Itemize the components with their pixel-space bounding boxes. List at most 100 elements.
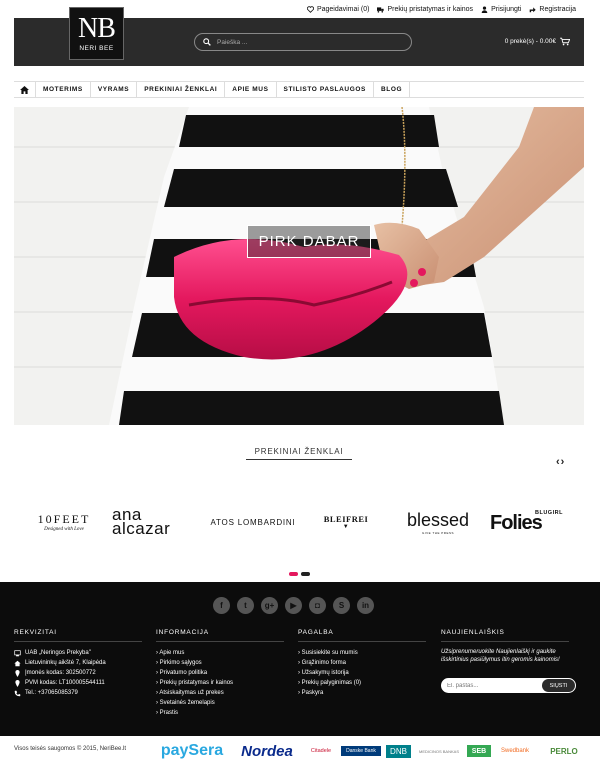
user-icon [481, 5, 488, 13]
brand-10feet-name: 10FEET [37, 512, 91, 526]
company-phone: Tel.: +37065085379 [14, 688, 142, 698]
brands-prev-arrow[interactable]: ‹ [556, 456, 560, 468]
phone-icon [14, 690, 21, 696]
company-name: UAB „Neringos Prekyba" [14, 648, 142, 658]
brand-bleifrei-sub: ▼ [342, 524, 350, 530]
footer-heading-newsletter: NAUJIENLAIŠKIS [441, 629, 569, 642]
brand-folies-name: Folies [490, 511, 543, 534]
logo-mark: NB [78, 13, 116, 44]
footer-link[interactable]: Prekių pristatymas ir kainos [156, 678, 284, 688]
brand-blessed-name: blessed [406, 509, 470, 530]
skype-icon[interactable]: S [333, 597, 350, 614]
company-address: Lietuvininkų aikštė 7, Klaipėda [14, 658, 142, 668]
social-links: f t g+ ▶ ◘ S in [213, 597, 374, 614]
search-box[interactable] [194, 33, 412, 51]
footer-link[interactable]: Svetainės žemelapis [156, 698, 284, 708]
nordea-logo[interactable]: Nordea [232, 742, 302, 760]
seb-logo[interactable]: SEB [467, 745, 491, 757]
twitter-icon[interactable]: t [237, 597, 254, 614]
nav-item-blog[interactable]: BLOG [374, 82, 411, 97]
brand-10feet[interactable]: 10FEET Designed with Love [24, 503, 104, 541]
main-nav: MOTERIMS VYRAMS PREKINIAI ŽENKLAI APIE M… [14, 81, 584, 98]
footer-col-rekvizitai: REKVIZITAI UAB „Neringos Prekyba" Lietuv… [14, 629, 142, 698]
brand-bleifrei[interactable]: BLEIFREI ▼ [306, 503, 386, 541]
footer-link[interactable]: Atsiskaitymas už prekes [156, 688, 284, 698]
footer-link[interactable]: Grąžinimo forma [298, 658, 426, 668]
citadele-logo[interactable]: Citadele [305, 742, 337, 760]
brand-atos-lombardini[interactable]: ATOS LOMBARDINI [208, 503, 298, 541]
linkedin-icon[interactable]: in [357, 597, 374, 614]
footer-link[interactable]: Privatumo politika [156, 668, 284, 678]
footer-link[interactable]: Prastis [156, 708, 284, 718]
brand-ana-alcazar[interactable]: ana alcazar [112, 503, 204, 541]
nav-item-about[interactable]: APIE MUS [225, 82, 277, 97]
bottom-bar: Visos teisės saugomos © 2015, NeriBee.lt… [0, 736, 600, 776]
footer-col-newsletter: NAUJIENLAIŠKIS Užsiprenumeruokite Naujie… [441, 629, 576, 693]
perlo-logo[interactable]: PERLO [542, 742, 586, 760]
nav-item-brands[interactable]: PREKINIAI ŽENKLAI [137, 82, 226, 97]
newsletter-submit-button[interactable]: SIŲSTI [542, 679, 575, 692]
site-logo[interactable]: NB NERI BEE [69, 7, 124, 60]
footer-heading-pagalba: PAGALBA [298, 629, 426, 642]
instagram-icon[interactable]: ◘ [309, 597, 326, 614]
hero-banner[interactable]: PIRK DABAR [14, 107, 584, 425]
search-icon[interactable] [203, 38, 211, 46]
carousel-dot[interactable] [301, 572, 310, 576]
footer-link[interactable]: Pirkimo sąlygos [156, 658, 284, 668]
shop-now-button[interactable]: PIRK DABAR [247, 225, 371, 258]
top-links: Pageidavimai (0) Prekių pristatymas ir k… [306, 3, 576, 15]
google-plus-icon[interactable]: g+ [261, 597, 278, 614]
paysera-logo[interactable]: paySera [156, 742, 228, 760]
newsletter-form: SIŲSTI [441, 678, 576, 693]
nav-item-stylist[interactable]: STILISTO PASLAUGOS [277, 82, 374, 97]
footer-link[interactable]: Apie mus [156, 648, 284, 658]
truck-icon [377, 6, 385, 13]
footer-col-pagalba: PAGALBA Susisiekite su mumis Grąžinimo f… [298, 629, 426, 698]
search-input[interactable] [217, 38, 397, 46]
brand-blessed-sub: GIVE THE PRESS [422, 530, 454, 535]
building-icon [14, 649, 21, 656]
brand-10feet-sub: Designed with Love [44, 527, 84, 532]
facebook-icon[interactable]: f [213, 597, 230, 614]
dnb-logo[interactable]: DNB [386, 745, 411, 758]
brands-next-arrow[interactable]: › [561, 456, 565, 468]
cart-icon [560, 37, 570, 46]
wishlist-link[interactable]: Pageidavimai (0) [306, 5, 370, 13]
brands-heading: PREKINIAI ŽENKLAI [246, 447, 352, 460]
carousel-dot-active[interactable] [289, 572, 298, 576]
hero-image [14, 107, 584, 425]
nav-item-vyrams[interactable]: VYRAMS [91, 82, 138, 97]
youtube-icon[interactable]: ▶ [285, 597, 302, 614]
footer-link[interactable]: Susisiekite su mumis [298, 648, 426, 658]
footer-link[interactable]: Paskyra [298, 688, 426, 698]
copyright: Visos teisės saugomos © 2015, NeriBee.lt [14, 746, 127, 752]
share-icon [530, 6, 537, 12]
brand-blessed[interactable]: blessed GIVE THE PRESS [394, 503, 482, 541]
pin-icon [15, 679, 20, 687]
home-button[interactable] [14, 82, 36, 97]
brand-atos-lombardini-name: ATOS LOMBARDINI [210, 517, 296, 527]
medicinos-logo[interactable]: MEDICINOS BANKAS [415, 742, 463, 760]
brand-ana-alcazar-name2: alcazar [112, 519, 171, 538]
logo-text: NERI BEE [79, 45, 114, 52]
shipping-link[interactable]: Prekių pristatymas ir kainos [377, 6, 473, 13]
company-vat: PVM kodas: LT100005544111 [14, 678, 142, 688]
pin-icon [15, 669, 20, 677]
login-link[interactable]: Prisijungti [481, 6, 521, 13]
swedbank-logo[interactable]: Swedbank [495, 742, 535, 760]
footer-link[interactable]: Užsakymų istorija [298, 668, 426, 678]
register-label: Registracija [539, 5, 576, 13]
newsletter-email-input[interactable] [441, 682, 536, 689]
nav-item-moterims[interactable]: MOTERIMS [36, 82, 91, 97]
brand-folies[interactable]: BLUGIRL Folies [490, 503, 575, 541]
danske-logo[interactable]: Danske Bank [341, 746, 381, 756]
wishlist-label: Pageidavimai (0) [316, 5, 370, 13]
cart-label: 0 prekė(s) - 0.00€ [504, 38, 556, 45]
home-icon [14, 660, 21, 666]
register-link[interactable]: Registracija [529, 6, 576, 13]
footer-heading-informacija: INFORMACIJA [156, 629, 284, 642]
brands-arrows: ‹ › [556, 456, 564, 468]
footer-link[interactable]: Prekių palyginimas (0) [298, 678, 426, 688]
cart-button[interactable]: 0 prekė(s) - 0.00€ [505, 37, 570, 46]
footer-heading-rekvizitai: REKVIZITAI [14, 629, 142, 642]
